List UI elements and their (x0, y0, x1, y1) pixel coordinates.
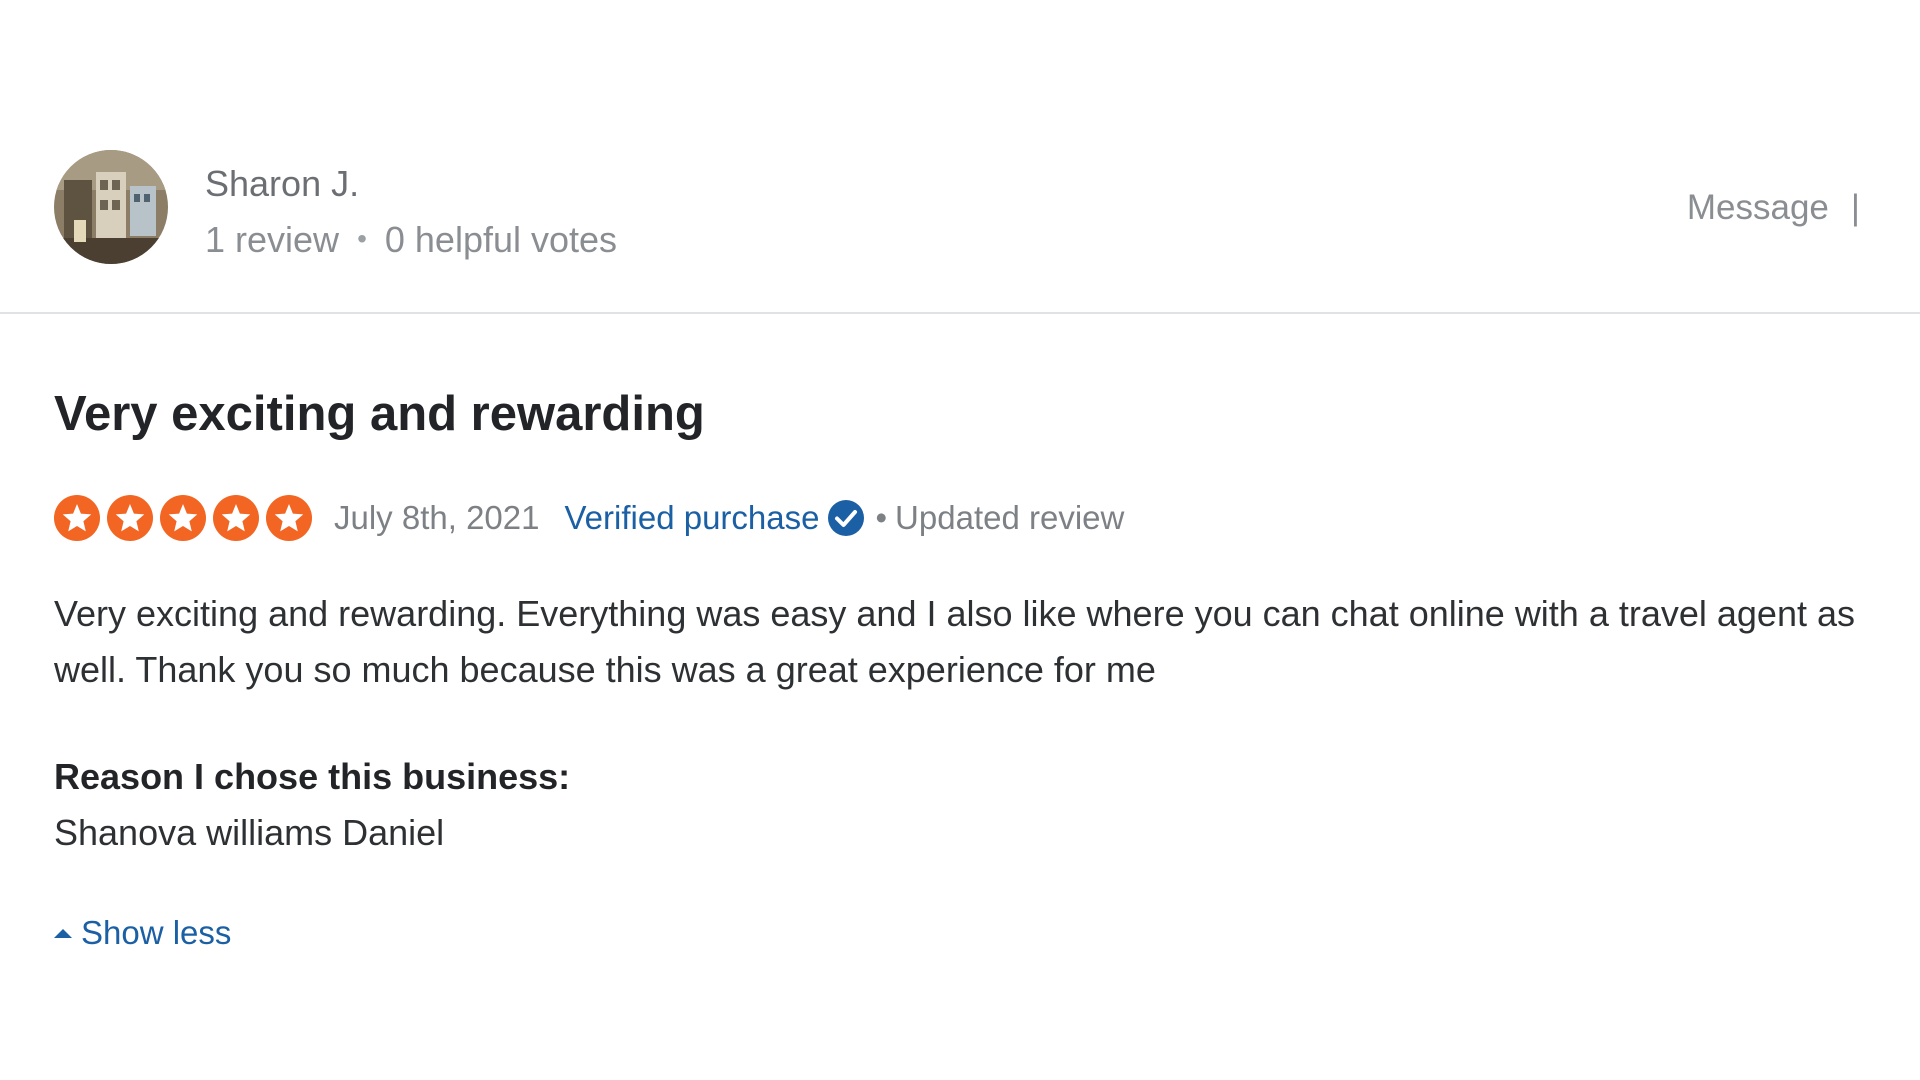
reviewer-name[interactable]: Sharon J. (205, 163, 359, 205)
review-meta: July 8th, 2021 Verified purchase • Update… (54, 492, 1124, 544)
caret-up-icon (54, 928, 72, 938)
message-button[interactable]: Message | (1687, 188, 1860, 228)
action-separator: | (1850, 188, 1860, 227)
star-icon (213, 495, 259, 541)
star-rating (54, 495, 312, 541)
review-date: July 8th, 2021 (334, 499, 540, 536)
review-status: • Updated review (875, 499, 1124, 537)
review-card: Sharon J. 1 review • 0 helpful votes Messa… (0, 0, 1920, 1080)
show-less-button[interactable]: Show less (54, 914, 231, 952)
helpful-votes-count: 0 helpful votes (384, 219, 618, 260)
message-label: Message (1686, 188, 1829, 227)
avatar-photo-icon (54, 150, 168, 264)
status-label: Updated review (895, 499, 1125, 536)
check-badge-icon (828, 500, 865, 536)
review-count: 1 review (205, 219, 340, 260)
star-icon (160, 495, 206, 541)
stats-separator: • (357, 223, 367, 254)
star-icon (54, 495, 100, 541)
star-icon (266, 495, 312, 541)
status-bullet: • (875, 499, 888, 536)
reviewer-avatar[interactable] (54, 150, 168, 264)
reviewer-stats: 1 review • 0 helpful votes (205, 219, 617, 261)
review-title: Very exciting and rewarding (54, 387, 705, 441)
reviewer-header: Sharon J. 1 review • 0 helpful votes Messa… (0, 0, 1920, 314)
star-icon (107, 495, 153, 541)
show-less-label: Show less (81, 914, 232, 951)
reason-value: Shanova williams Daniel (54, 812, 445, 853)
verified-purchase-link[interactable]: Verified purchase (564, 499, 819, 537)
reason-label: Reason I chose this business: (54, 756, 571, 797)
review-body: Very exciting and rewarding. Everything … (54, 593, 1856, 690)
